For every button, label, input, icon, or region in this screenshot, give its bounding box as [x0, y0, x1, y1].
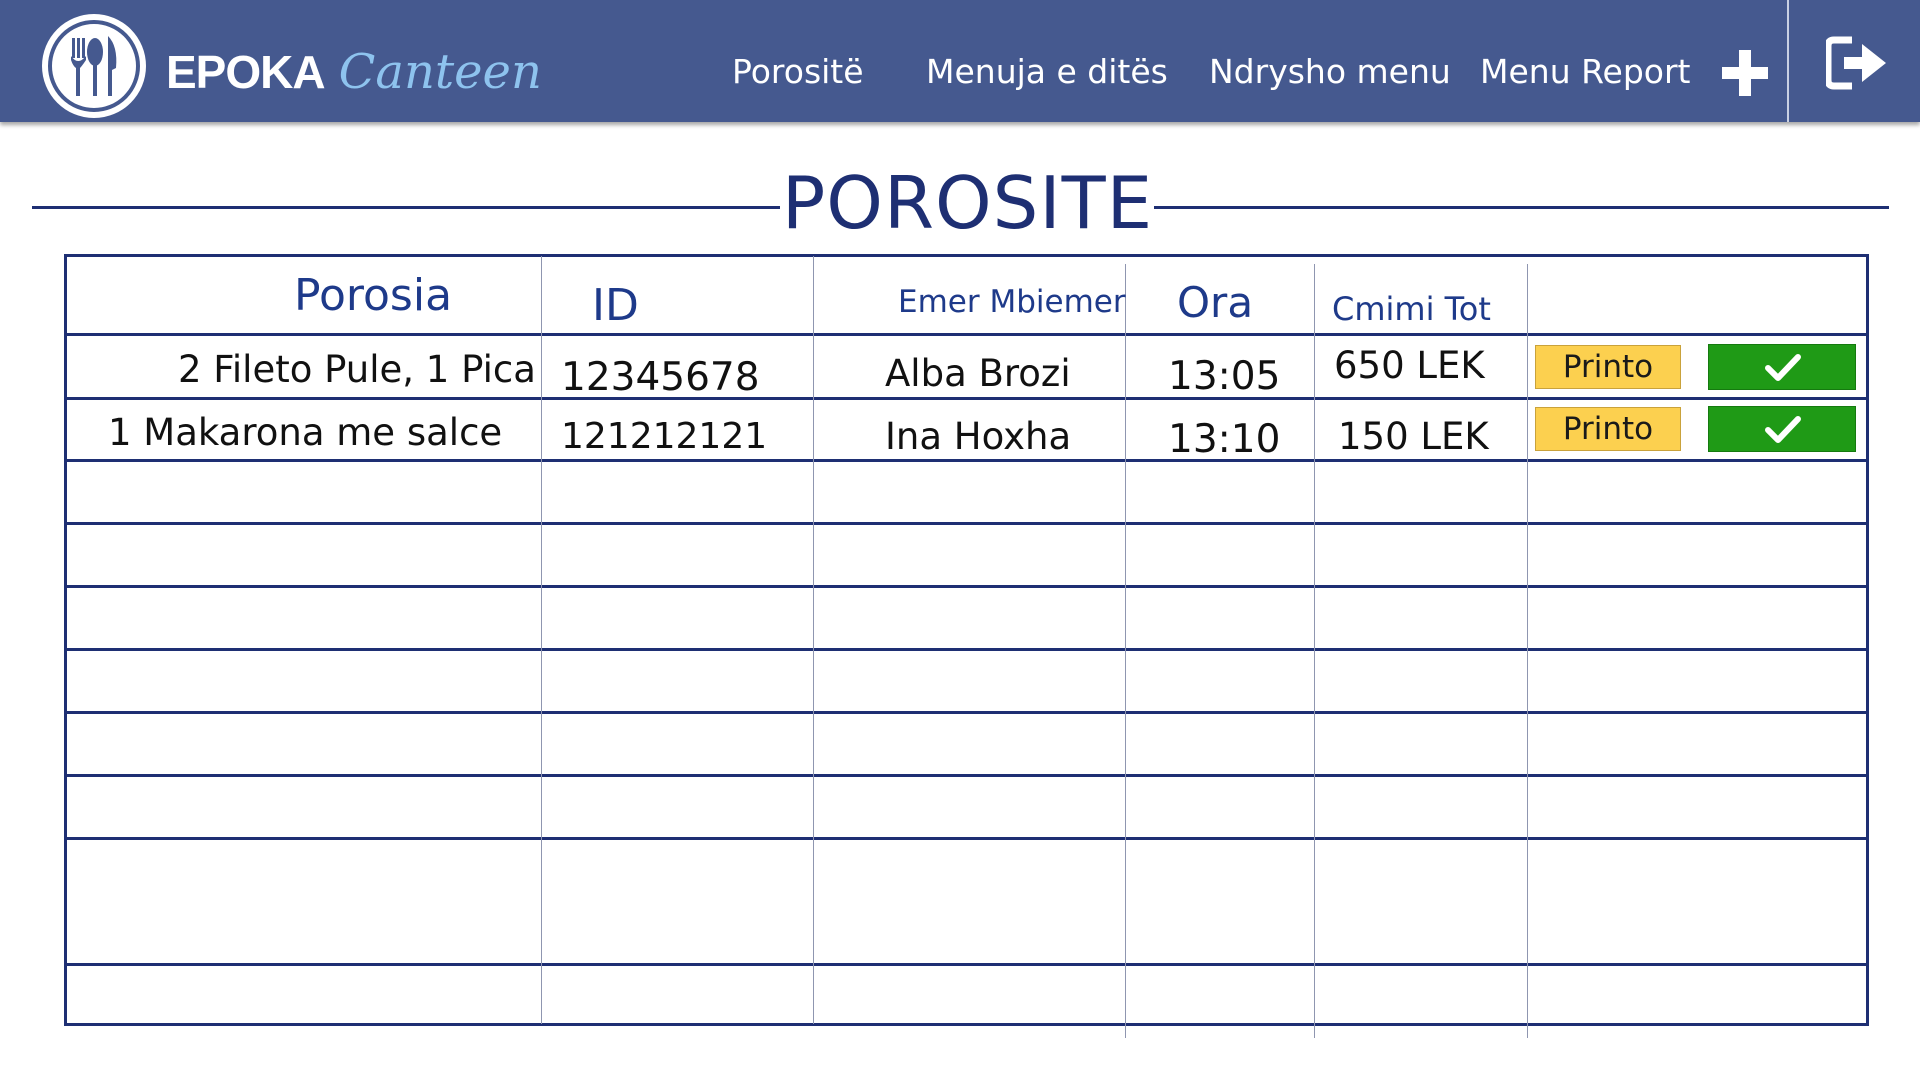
order-items-cell: 1 Makarona me salce	[108, 411, 503, 454]
nav-menuja-e-dites[interactable]: Menuja e ditës	[926, 52, 1168, 91]
print-button[interactable]: Printo	[1535, 345, 1681, 389]
row-divider	[64, 522, 1869, 525]
order-time-cell: 13:10	[1168, 417, 1281, 462]
order-total-cell: 650 LEK	[1334, 344, 1485, 387]
column-divider	[813, 256, 814, 1024]
row-divider	[64, 837, 1869, 840]
brand-main-text: EPOKA	[166, 46, 326, 98]
column-divider	[1527, 264, 1528, 1038]
order-id-cell: 121212121	[561, 416, 768, 457]
page-title: POROSITE	[781, 161, 1154, 245]
header-cmimi-tot: Cmimi Tot	[1332, 290, 1491, 328]
brand-sub-text: Canteen	[338, 44, 542, 100]
plus-icon[interactable]	[1720, 48, 1770, 98]
logo-icon	[42, 14, 146, 118]
row-divider	[64, 333, 1869, 336]
confirm-order-button[interactable]	[1708, 406, 1856, 452]
row-divider	[64, 397, 1869, 400]
order-total-cell: 150 LEK	[1338, 415, 1489, 458]
header-ora: Ora	[1177, 278, 1254, 327]
customer-name-cell: Ina Hoxha	[885, 415, 1072, 458]
header-emer-mbiemer: Emer Mbiemer	[898, 284, 1126, 320]
row-divider	[64, 711, 1869, 714]
nav-porosite[interactable]: Porositë	[732, 52, 864, 91]
nav-menu-report[interactable]: Menu Report	[1480, 52, 1691, 91]
checkmark-icon	[1765, 354, 1801, 381]
row-divider	[64, 774, 1869, 777]
order-time-cell: 13:05	[1168, 354, 1281, 399]
header-id: ID	[592, 280, 639, 331]
header-porosia: Porosia	[294, 270, 453, 321]
order-id-cell: 12345678	[561, 355, 760, 400]
title-rule-right	[1154, 206, 1889, 209]
print-button[interactable]: Printo	[1535, 407, 1681, 451]
title-rule-left	[32, 206, 780, 209]
customer-name-cell: Alba Brozi	[885, 352, 1071, 395]
logout-icon[interactable]	[1824, 36, 1890, 90]
column-divider	[541, 256, 542, 1024]
column-divider	[1314, 264, 1315, 1038]
nav-ndrysho-menu[interactable]: Ndrysho menu	[1209, 52, 1451, 91]
order-items-cell: 2 Fileto Pule, 1 Pica	[178, 348, 536, 391]
brand-title: EPOKA Canteen	[166, 44, 542, 104]
header-divider	[1787, 0, 1789, 122]
row-divider	[64, 648, 1869, 651]
confirm-order-button[interactable]	[1708, 344, 1856, 390]
top-nav-bar: EPOKA Canteen Porositë Menuja e ditës Nd…	[0, 0, 1920, 122]
row-divider	[64, 585, 1869, 588]
row-divider	[64, 459, 1869, 462]
checkmark-icon	[1765, 416, 1801, 443]
row-divider	[64, 963, 1869, 966]
column-divider	[1125, 264, 1126, 1038]
